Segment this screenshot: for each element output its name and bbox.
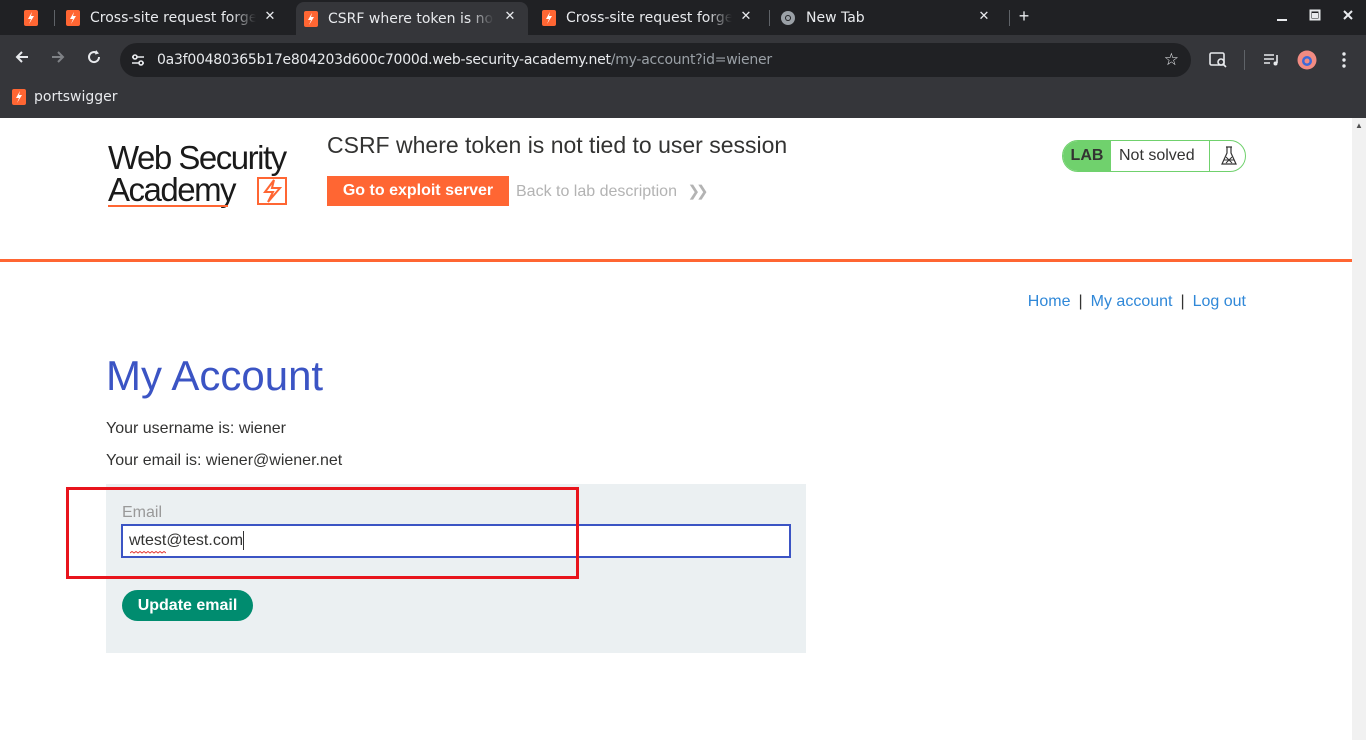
tab-strip: Cross-site request forgery ✕ CSRF where … bbox=[0, 0, 1366, 35]
header-divider bbox=[0, 259, 1352, 262]
lab-status-widget: LAB Not solved bbox=[1062, 140, 1246, 172]
back-to-lab-description-link[interactable]: Back to lab description ❯❯ bbox=[516, 182, 709, 201]
my-account-link[interactable]: My account bbox=[1091, 293, 1173, 310]
lab-title: CSRF where token is not tied to user ses… bbox=[327, 132, 788, 158]
portswigger-favicon-icon bbox=[304, 10, 318, 27]
address-bar[interactable]: 0a3f00480365b17e804203d600c7000d.web-sec… bbox=[120, 43, 1191, 77]
annotation-highlight-box bbox=[66, 487, 579, 579]
chrome-icon bbox=[781, 11, 795, 25]
page-title: My Account bbox=[106, 352, 324, 399]
url-text: 0a3f00480365b17e804203d600c7000d.web-sec… bbox=[157, 52, 772, 68]
page-scrollbar[interactable]: ▲ bbox=[1352, 118, 1366, 740]
bookmarks-bar: portswigger bbox=[0, 83, 1366, 118]
double-chevron-right-icon: ❯❯ bbox=[687, 183, 708, 200]
home-link[interactable]: Home bbox=[1028, 293, 1071, 310]
url-host: 0a3f00480365b17e804203d600c7000d.web-sec… bbox=[157, 52, 611, 68]
email-text: Your email is: wiener@wiener.net bbox=[106, 452, 343, 469]
site-settings-icon[interactable] bbox=[130, 52, 146, 68]
web-security-academy-logo[interactable]: Web Security Academy bbox=[108, 138, 308, 210]
back-link-label: Back to lab description bbox=[516, 183, 677, 200]
tab-csrf-2[interactable]: Cross-site request forgery ✕ bbox=[542, 4, 764, 32]
tab-title: Cross-site request forgery bbox=[566, 10, 732, 26]
reload-icon[interactable] bbox=[84, 49, 104, 69]
account-nav: Home | My account | Log out bbox=[1028, 293, 1246, 311]
search-tabs-icon[interactable] bbox=[1208, 50, 1228, 70]
menu-dots-icon[interactable] bbox=[1334, 50, 1354, 70]
lab-state: Not solved bbox=[1119, 147, 1195, 164]
new-tab-button[interactable]: + bbox=[1014, 6, 1034, 27]
tab-new-tab[interactable]: New Tab ✕ bbox=[780, 4, 1002, 32]
tab-separator bbox=[769, 10, 770, 26]
update-email-button[interactable]: Update email bbox=[122, 590, 253, 621]
flask-icon bbox=[1221, 146, 1237, 165]
nav-separator: | bbox=[1180, 293, 1185, 310]
bookmark-portswigger[interactable]: portswigger bbox=[12, 89, 117, 105]
tab-separator bbox=[54, 10, 55, 26]
log-out-link[interactable]: Log out bbox=[1193, 293, 1246, 310]
username-text: Your username is: wiener bbox=[106, 420, 286, 437]
logo-line2: Academy bbox=[108, 171, 237, 208]
tab-title: Cross-site request forgery bbox=[90, 10, 256, 26]
scroll-up-arrow-icon[interactable]: ▲ bbox=[1355, 121, 1363, 130]
media-queue-icon[interactable] bbox=[1262, 50, 1282, 70]
go-to-exploit-server-button[interactable]: Go to exploit server bbox=[327, 176, 509, 206]
bookmark-star-icon[interactable]: ☆ bbox=[1164, 50, 1179, 70]
back-arrow-icon[interactable] bbox=[12, 49, 32, 69]
minimize-icon[interactable] bbox=[1272, 8, 1292, 25]
tab-separator bbox=[1009, 10, 1010, 26]
toolbar-divider bbox=[1244, 50, 1245, 70]
tab-csrf-1[interactable]: Cross-site request forgery ✕ bbox=[66, 4, 288, 32]
browser-toolbar: 0a3f00480365b17e804203d600c7000d.web-sec… bbox=[0, 35, 1366, 83]
portswigger-favicon-icon bbox=[66, 10, 80, 26]
page-viewport: Web Security Academy CSRF where token is… bbox=[0, 118, 1352, 740]
nav-separator: | bbox=[1078, 293, 1083, 310]
profile-avatar-icon[interactable] bbox=[1297, 50, 1317, 70]
bookmark-label: portswigger bbox=[34, 89, 118, 105]
lab-badge: LAB bbox=[1063, 141, 1111, 171]
flask-button[interactable] bbox=[1209, 141, 1245, 171]
close-tab-icon[interactable]: ✕ bbox=[502, 9, 518, 25]
portswigger-favicon-icon bbox=[12, 89, 26, 105]
portswigger-favicon-icon bbox=[24, 10, 38, 26]
tab-active[interactable]: CSRF where token is not tied ✕ bbox=[296, 2, 528, 35]
close-tab-icon[interactable]: ✕ bbox=[738, 9, 754, 25]
tab-title: CSRF where token is not tied bbox=[328, 10, 494, 27]
tab-title: New Tab bbox=[806, 10, 865, 26]
close-tab-icon[interactable]: ✕ bbox=[262, 9, 278, 25]
portswigger-favicon-icon bbox=[542, 10, 556, 26]
tab-pinned[interactable] bbox=[24, 4, 44, 32]
restore-icon[interactable] bbox=[1305, 8, 1325, 25]
url-path: /my-account?id=wiener bbox=[610, 52, 772, 68]
close-window-icon[interactable] bbox=[1338, 8, 1358, 25]
forward-arrow-icon[interactable] bbox=[48, 49, 68, 69]
close-tab-icon[interactable]: ✕ bbox=[976, 9, 992, 25]
